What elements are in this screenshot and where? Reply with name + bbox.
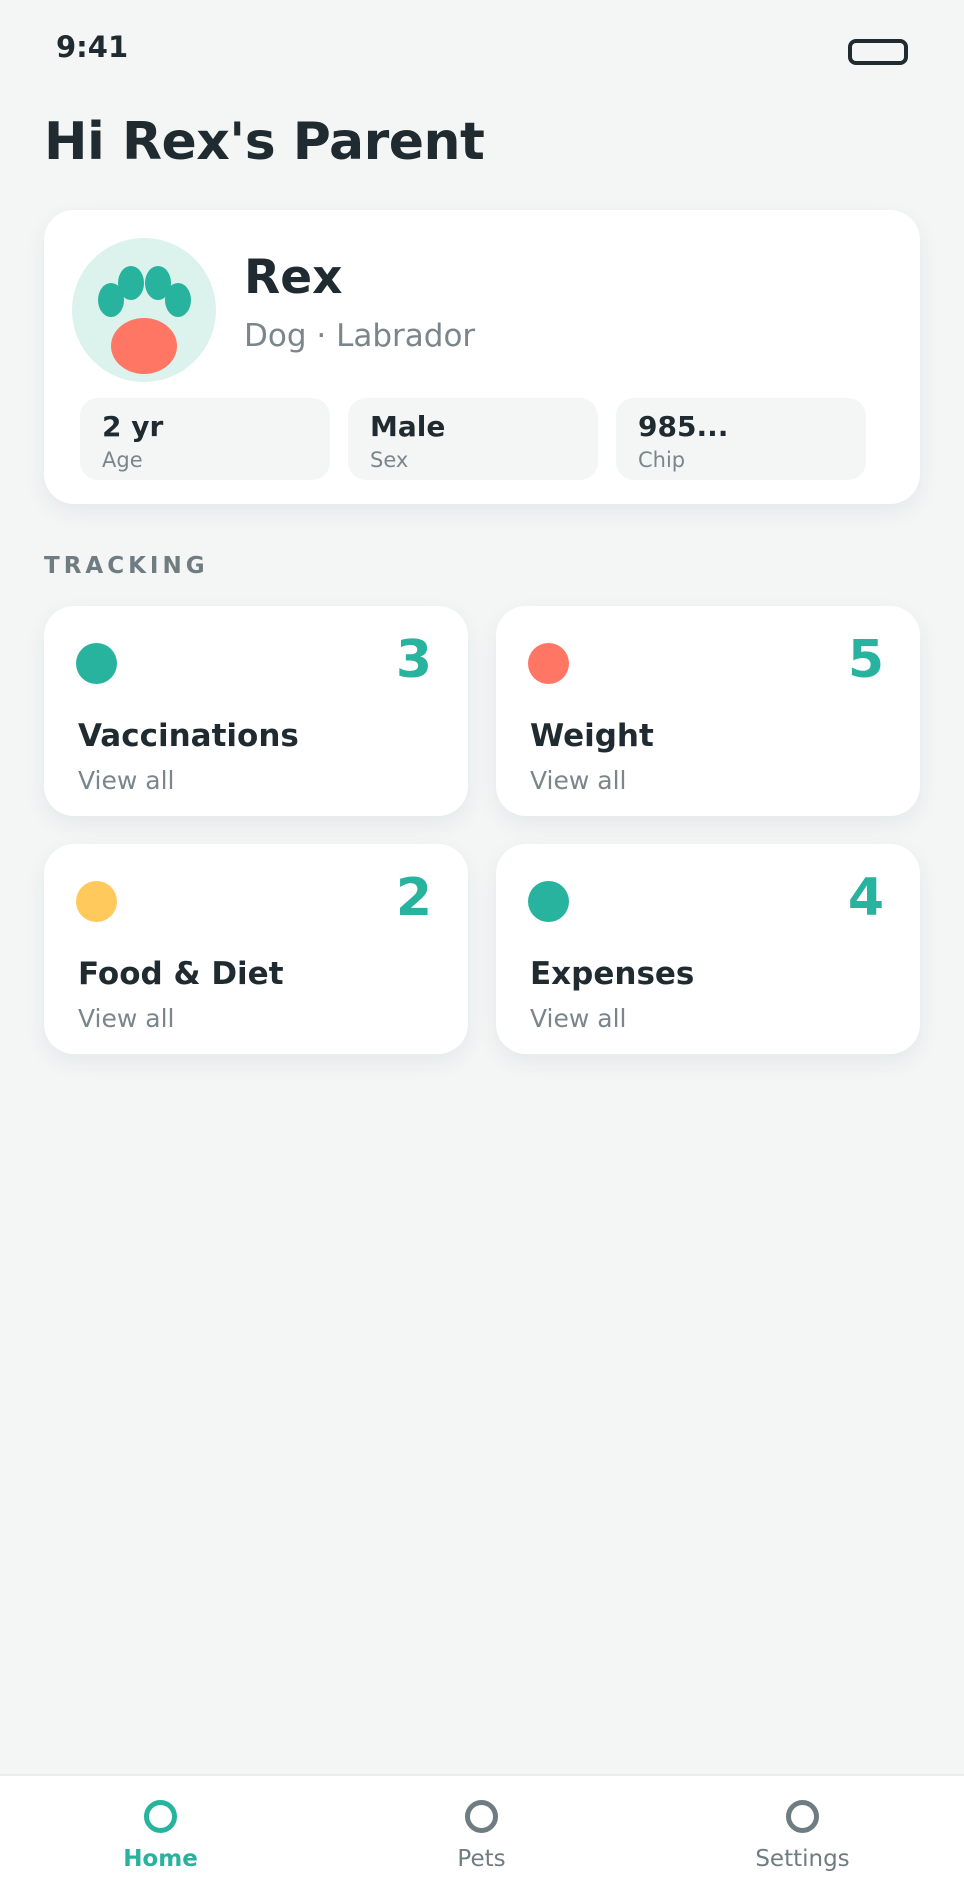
tile-vaccinations[interactable]: 3 Vaccinations View all xyxy=(44,606,468,816)
nav-label: Settings xyxy=(755,1846,850,1872)
tile-food-diet[interactable]: 2 Food & Diet View all xyxy=(44,844,468,1054)
settings-icon xyxy=(786,1800,819,1833)
tile-weight[interactable]: 5 Weight View all xyxy=(496,606,920,816)
home-icon xyxy=(144,1800,177,1833)
tile-title: Food & Diet xyxy=(78,956,284,992)
page-title: Hi Rex's Parent xyxy=(44,112,485,172)
stat-value: Male xyxy=(370,410,446,443)
view-all-link[interactable]: View all xyxy=(530,1004,626,1033)
stat-value: 985... xyxy=(638,410,729,443)
bottom-nav: Home Pets Settings xyxy=(0,1774,964,1900)
tile-title: Expenses xyxy=(530,956,695,992)
status-dot xyxy=(528,643,569,684)
status-dot xyxy=(528,881,569,922)
tile-count: 4 xyxy=(847,868,884,928)
view-all-link[interactable]: View all xyxy=(78,766,174,795)
stat-label: Sex xyxy=(370,448,409,472)
tile-count: 5 xyxy=(847,630,884,690)
tile-title: Weight xyxy=(530,718,654,754)
pet-profile-card[interactable]: Rex Dog · Labrador 2 yr Age Male Sex 985… xyxy=(44,210,920,504)
tile-count: 3 xyxy=(395,630,432,690)
nav-item-pets[interactable]: Pets xyxy=(321,1776,642,1900)
stat-value: 2 yr xyxy=(102,410,164,443)
view-all-link[interactable]: View all xyxy=(530,766,626,795)
paw-icon xyxy=(98,266,191,374)
nav-item-settings[interactable]: Settings xyxy=(642,1776,963,1900)
status-dot xyxy=(76,643,117,684)
pets-icon xyxy=(465,1800,498,1833)
status-dot xyxy=(76,881,117,922)
view-all-link[interactable]: View all xyxy=(78,1004,174,1033)
nav-item-home[interactable]: Home xyxy=(0,1776,321,1900)
battery-icon xyxy=(848,39,908,65)
nav-label: Pets xyxy=(457,1846,506,1872)
tile-count: 2 xyxy=(395,868,432,928)
avatar xyxy=(72,238,216,382)
status-time: 9:41 xyxy=(56,30,129,64)
nav-label: Home xyxy=(123,1846,198,1872)
tile-title: Vaccinations xyxy=(78,718,299,754)
home-screen: 9:41 Hi Rex's Parent Rex Dog · Labrador … xyxy=(0,0,964,1900)
tile-expenses[interactable]: 4 Expenses View all xyxy=(496,844,920,1054)
pet-breed: Dog · Labrador xyxy=(244,318,476,354)
stat-sex: Male Sex xyxy=(348,398,598,480)
stat-age: 2 yr Age xyxy=(80,398,330,480)
stat-label: Chip xyxy=(638,448,686,472)
pet-name: Rex xyxy=(244,250,343,305)
stat-label: Age xyxy=(102,448,143,472)
stat-chip: 985... Chip xyxy=(616,398,866,480)
section-title: TRACKING xyxy=(44,553,209,579)
